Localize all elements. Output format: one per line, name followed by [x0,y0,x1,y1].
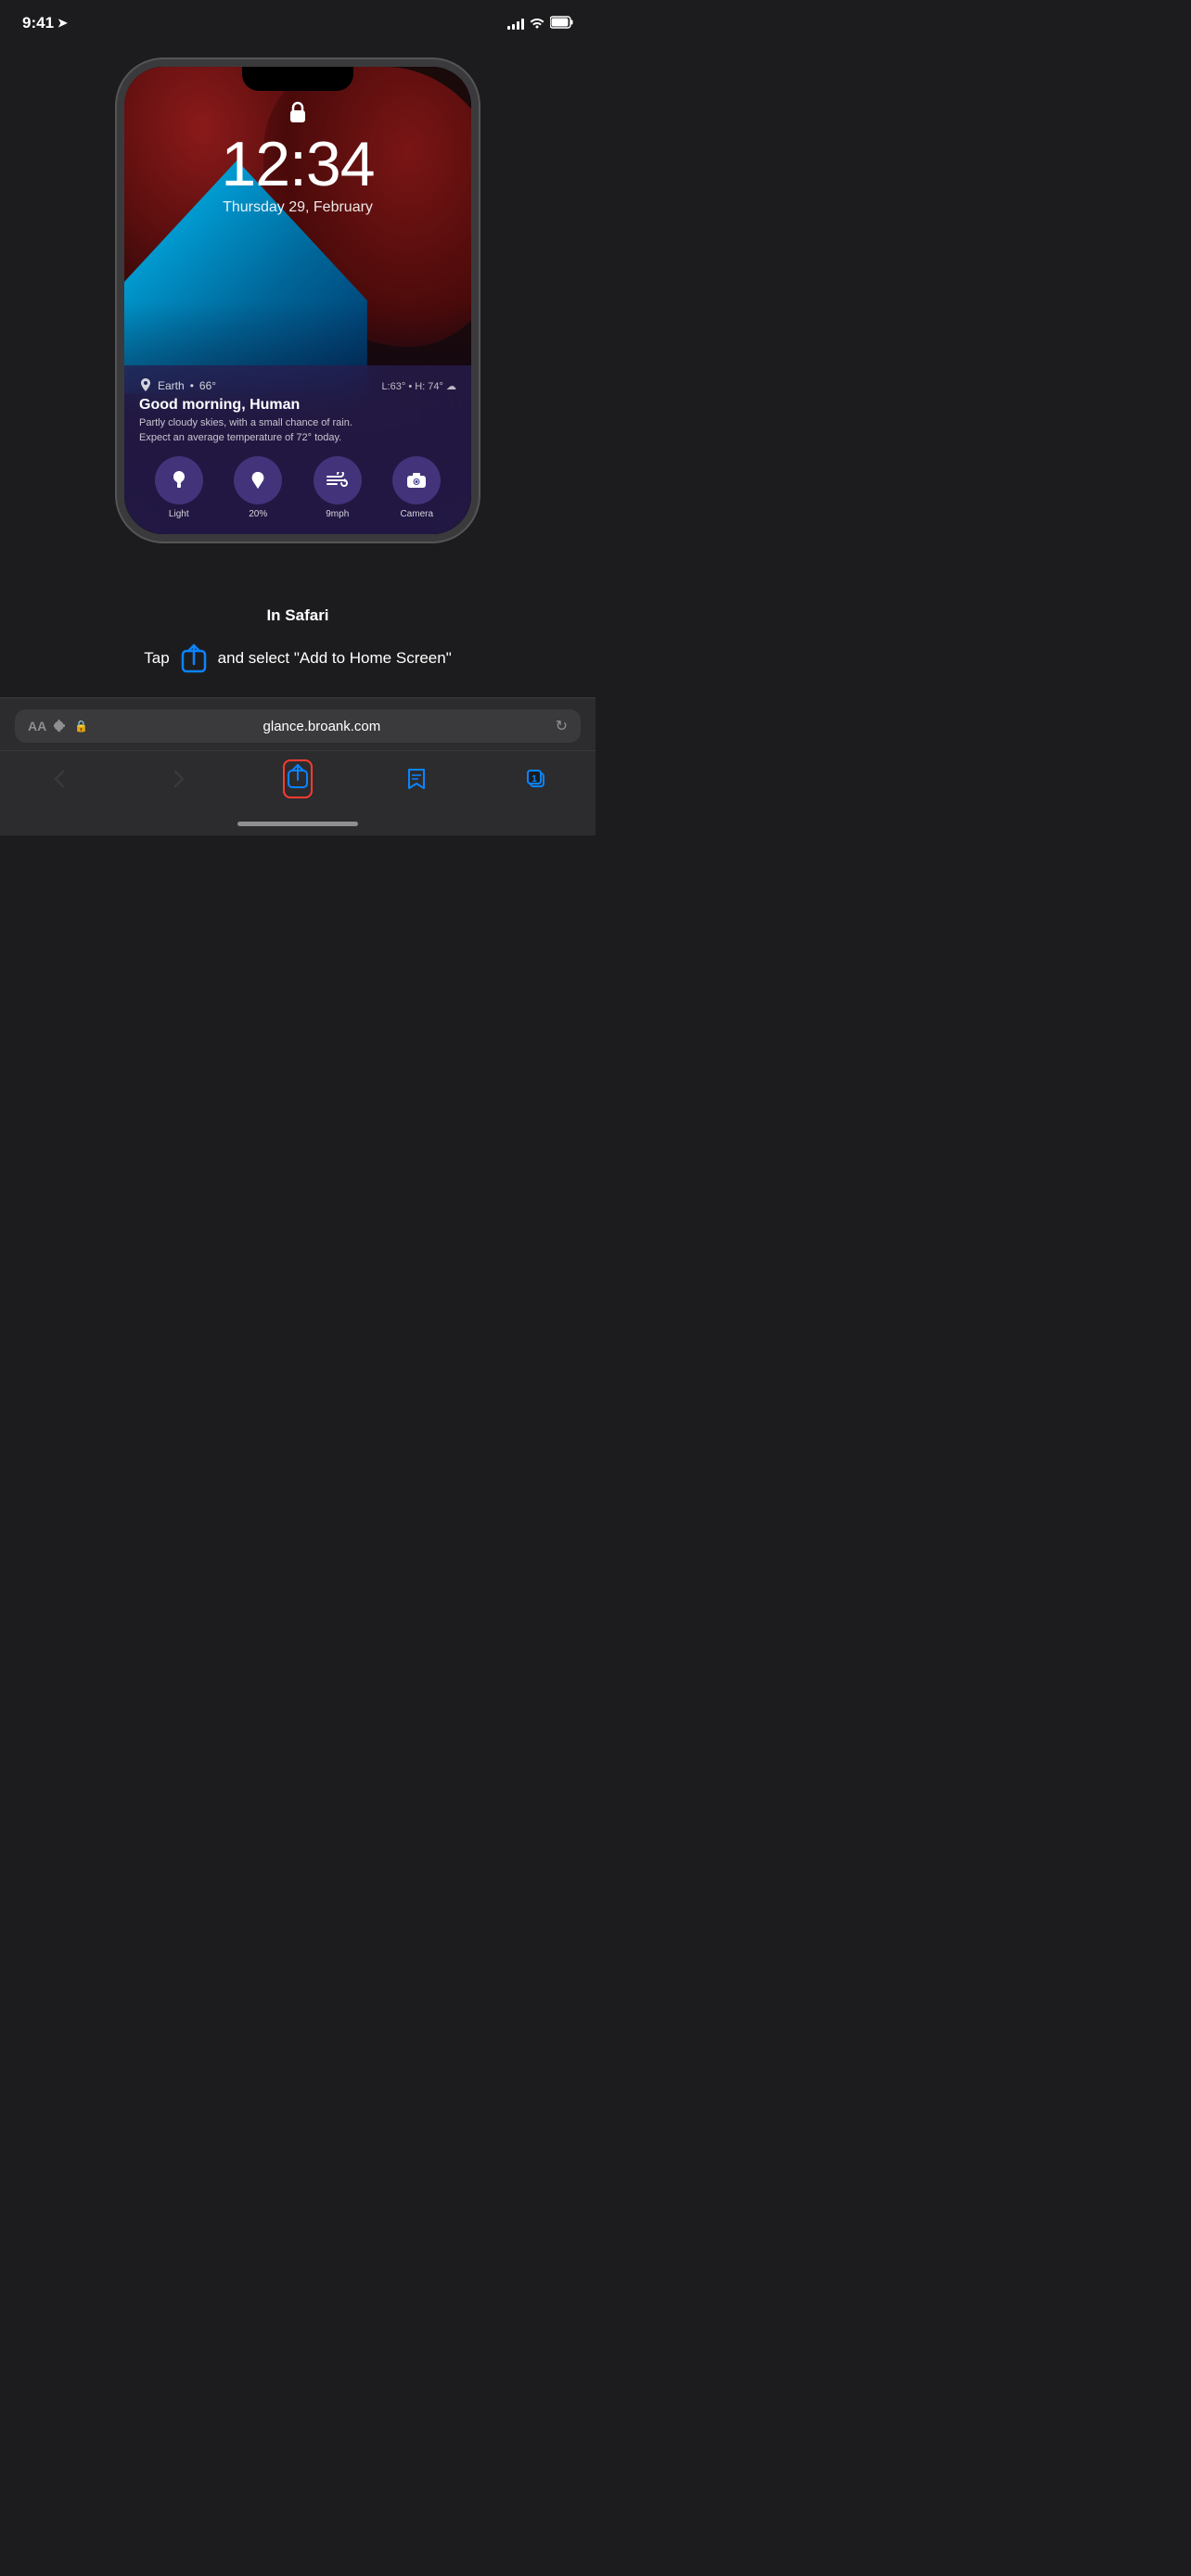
widget-description: Partly cloudy skies, with a small chance… [139,416,456,445]
action-light[interactable]: Light [155,456,203,519]
description-line2: Expect an average temperature of 72° tod… [139,431,456,445]
status-icons [507,16,573,32]
forward-button[interactable] [159,759,199,799]
phone-wrapper: 12:34 Thursday 29, February Earth • 66° … [0,41,596,569]
location-name: Earth [158,379,185,392]
aa-button[interactable]: AA [28,719,46,733]
action-light-circle [155,456,203,504]
location-dot: • [190,379,194,392]
signal-bar-3 [517,21,519,30]
signal-bar-1 [507,26,510,30]
current-temp: 66° [199,379,216,392]
svg-text:1: 1 [531,774,537,784]
status-bar: 9:41 ➤ [0,0,596,41]
widget-actions: Light 20% [139,456,456,519]
widget-greeting: Good morning, Human [139,397,456,414]
home-bar [237,822,358,826]
bookmarks-button[interactable] [396,759,437,799]
and-select-text: and select "Add to Home Screen" [218,649,452,668]
action-wind-label: 9mph [326,509,349,519]
action-wind-circle [314,456,362,504]
share-icon-illustration [177,638,211,679]
reload-button[interactable]: ↻ [556,717,568,735]
temp-low: L:63° [381,381,405,392]
time-display: 9:41 [22,14,54,32]
signal-bar-4 [521,19,524,30]
lock-date: Thursday 29, February [223,199,373,216]
status-time: 9:41 ➤ [22,14,68,32]
safari-instruction: In Safari Tap and select "Add to Home Sc… [0,569,596,697]
url-bar[interactable]: AA 🔒 glance.broank.com ↻ [15,709,581,743]
widget-location: Earth • 66° [139,378,216,393]
bottom-toolbar: 1 [0,750,596,818]
signal-bars [507,17,524,30]
location-arrow-icon: ➤ [58,16,68,31]
action-rain-label: 20% [249,509,267,519]
weather-widget: Earth • 66° L:63° • H: 74° ☁ Good mornin… [124,365,471,534]
tap-text: Tap [144,649,169,668]
widget-temp-range: L:63° • H: 74° ☁ [381,380,456,392]
action-rain[interactable]: 20% [234,456,282,519]
browser-bar: AA 🔒 glance.broank.com ↻ [0,697,596,750]
notch [242,67,353,91]
battery-icon [550,16,573,32]
lock-icon [288,100,308,129]
action-camera[interactable]: Camera [392,456,441,519]
url-display[interactable]: glance.broank.com [96,719,547,734]
home-indicator-area [0,818,596,835]
temp-high: H: 74° [415,381,443,392]
tabs-button[interactable]: 1 [516,759,557,799]
back-button[interactable] [39,759,80,799]
share-button[interactable] [277,759,318,799]
lock-time: 12:34 [221,133,374,196]
action-camera-circle [392,456,441,504]
signal-bar-2 [512,24,515,30]
safari-instruction-title: In Safari [37,606,558,625]
action-rain-circle [234,456,282,504]
action-wind[interactable]: 9mph [314,456,362,519]
description-line1: Partly cloudy skies, with a small chance… [139,416,456,430]
lock-content: 12:34 Thursday 29, February Earth • 66° … [124,67,471,534]
safari-tap-row: Tap and select "Add to Home Screen" [37,638,558,679]
phone-frame: 12:34 Thursday 29, February Earth • 66° … [117,59,479,542]
extensions-icon [54,719,67,734]
https-lock-icon: 🔒 [74,720,88,733]
share-button-highlight [283,759,313,798]
wifi-icon [530,16,544,32]
action-camera-label: Camera [400,509,433,519]
widget-header: Earth • 66° L:63° • H: 74° ☁ [139,378,456,393]
action-light-label: Light [169,509,189,519]
cloud-icon: ☁ [446,381,456,392]
